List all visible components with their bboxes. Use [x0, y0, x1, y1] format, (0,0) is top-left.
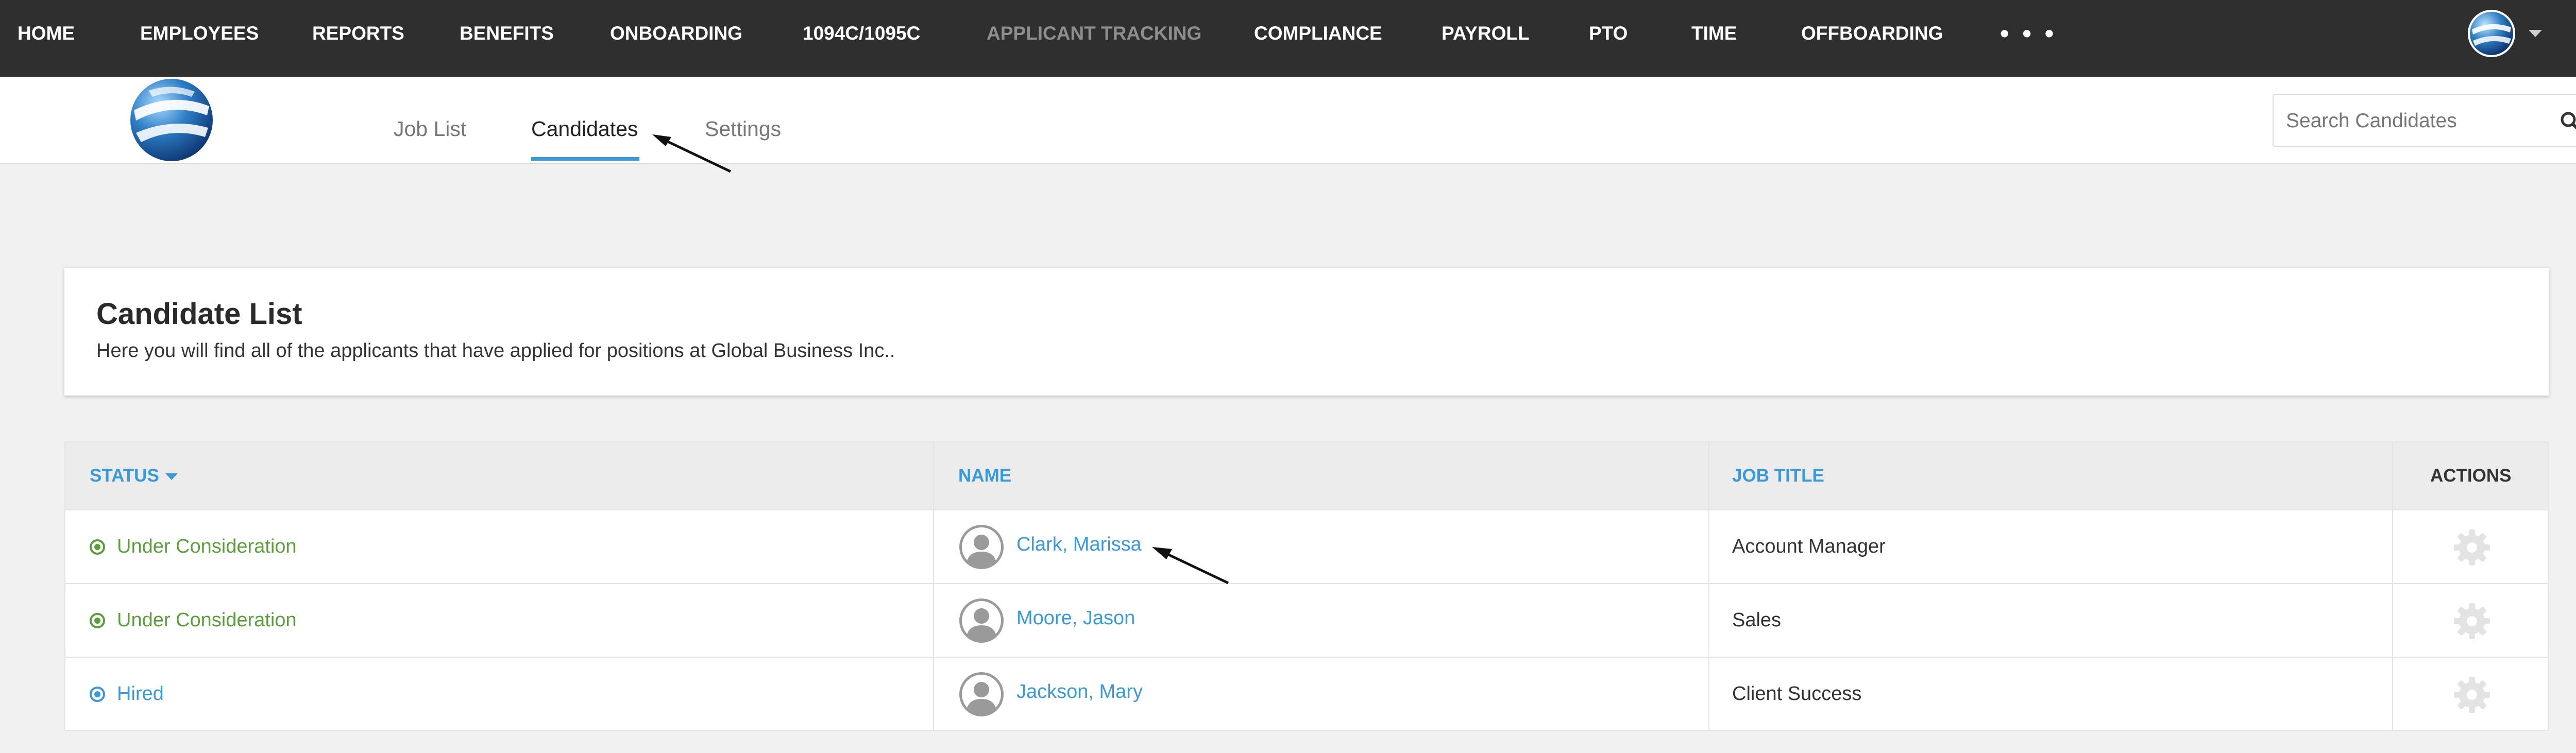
- nav-onboarding[interactable]: ONBOARDING: [610, 0, 742, 67]
- status-radio-icon: [90, 687, 105, 702]
- sub-header: [0, 77, 2576, 164]
- tab-job-list[interactable]: Job List: [394, 113, 466, 144]
- top-nav-bar: HOME EMPLOYEES REPORTS BENEFITS ONBOARDI…: [0, 0, 2576, 77]
- active-tab-indicator: [531, 157, 639, 161]
- nav-pto[interactable]: PTO: [1589, 0, 1628, 67]
- candidate-name-link[interactable]: Jackson, Mary: [1016, 656, 1143, 728]
- nav-more-button[interactable]: • • •: [2000, 0, 2057, 67]
- header-status[interactable]: STATUS: [90, 442, 178, 509]
- nav-benefits[interactable]: BENEFITS: [460, 0, 554, 67]
- candidate-list-card: Candidate List Here you will find all of…: [64, 268, 2549, 396]
- person-icon: [959, 598, 1004, 643]
- user-avatar[interactable]: [2467, 9, 2516, 58]
- candidate-name-link[interactable]: Clark, Marissa: [1016, 508, 1142, 581]
- status-radio-icon: [90, 613, 105, 628]
- candidates-table: STATUS NAME JOB TITLE ACTIONS Under Cons…: [64, 441, 2549, 731]
- nav-offboarding[interactable]: OFFBOARDING: [1801, 0, 1943, 67]
- page-description: Here you will find all of the applicants…: [96, 340, 895, 362]
- nav-time[interactable]: TIME: [1691, 0, 1737, 67]
- person-icon: [959, 672, 1004, 716]
- header-status-label: STATUS: [90, 466, 159, 486]
- search-box: [2273, 94, 2576, 147]
- tab-settings[interactable]: Settings: [705, 113, 781, 144]
- status-text[interactable]: Under Consideration: [117, 510, 297, 583]
- gear-icon[interactable]: [2453, 528, 2491, 567]
- status-radio-icon: [90, 539, 105, 555]
- header-actions: ACTIONS: [2430, 466, 2512, 486]
- candidate-name-link[interactable]: Moore, Jason: [1016, 582, 1135, 655]
- status-text[interactable]: Under Consideration: [117, 584, 297, 657]
- nav-payroll[interactable]: PAYROLL: [1442, 0, 1530, 67]
- chevron-down-icon[interactable]: [2529, 30, 2542, 37]
- search-input[interactable]: [2285, 106, 2534, 136]
- table-row: Hired Jackson, Mary Client Success: [65, 657, 2548, 730]
- gear-icon[interactable]: [2453, 602, 2491, 640]
- tab-candidates[interactable]: Candidates: [531, 113, 638, 144]
- nav-compliance[interactable]: COMPLIANCE: [1254, 0, 1382, 67]
- sort-down-icon: [165, 473, 178, 481]
- nav-applicant-tracking[interactable]: APPLICANT TRACKING: [987, 0, 1201, 67]
- globe-logo-icon: [2468, 10, 2515, 57]
- job-title: Client Success: [1732, 683, 1862, 705]
- gear-icon[interactable]: [2453, 676, 2491, 714]
- nav-home[interactable]: HOME: [18, 0, 75, 67]
- header-job-title[interactable]: JOB TITLE: [1732, 442, 1824, 509]
- person-icon: [959, 525, 1004, 569]
- nav-1094c-1095c[interactable]: 1094C/1095C: [803, 0, 920, 67]
- table-header: STATUS NAME JOB TITLE ACTIONS: [65, 442, 2548, 509]
- status-text[interactable]: Hired: [117, 658, 164, 730]
- globe-logo-icon: [130, 79, 213, 161]
- table-row: Under Consideration Clark, Marissa Accou…: [65, 509, 2548, 583]
- page-title: Candidate List: [96, 297, 302, 331]
- header-name[interactable]: NAME: [958, 442, 1011, 509]
- nav-reports[interactable]: REPORTS: [312, 0, 404, 67]
- search-icon[interactable]: [2559, 110, 2576, 133]
- company-logo[interactable]: [128, 76, 215, 164]
- job-title: Sales: [1732, 609, 1782, 631]
- job-title: Account Manager: [1732, 536, 1886, 557]
- table-row: Under Consideration Moore, Jason Sales: [65, 583, 2548, 657]
- nav-employees[interactable]: EMPLOYEES: [140, 0, 259, 67]
